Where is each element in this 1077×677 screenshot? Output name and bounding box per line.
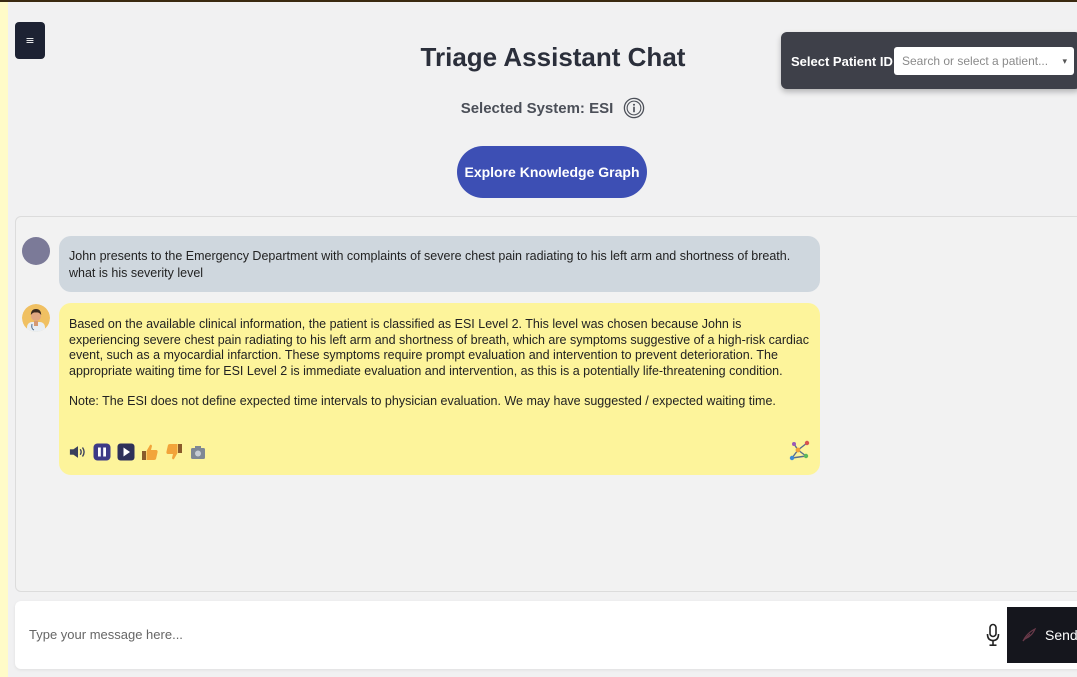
message-input-bar: Send <box>15 601 1077 669</box>
patient-select-placeholder: Search or select a patient... <box>902 54 1049 68</box>
assistant-message-bubble: Based on the available clinical informat… <box>59 303 820 475</box>
message-actions <box>69 443 207 461</box>
doctor-avatar-icon <box>22 304 50 332</box>
assistant-avatar <box>22 304 50 332</box>
chat-messages-area: John presents to the Emergency Departmen… <box>15 216 1077 592</box>
selected-system-label: Selected System: ESI <box>460 99 614 117</box>
patient-id-label: Select Patient ID: <box>791 54 898 69</box>
thumbs-up-icon[interactable] <box>141 443 159 461</box>
microphone-icon[interactable] <box>985 623 1001 647</box>
thumbs-down-icon[interactable] <box>165 443 183 461</box>
info-circle-icon[interactable] <box>623 97 645 119</box>
play-icon[interactable] <box>117 443 135 461</box>
message-input[interactable] <box>27 626 931 643</box>
explore-knowledge-graph-button[interactable]: Explore Knowledge Graph <box>457 146 647 198</box>
assistant-message-text: Based on the available clinical informat… <box>69 317 809 378</box>
assistant-message-note: Note: The ESI does not define expected t… <box>69 394 776 408</box>
user-message-bubble: John presents to the Emergency Departmen… <box>59 236 820 292</box>
send-button[interactable]: Send <box>1007 607 1077 663</box>
chevron-down-icon[interactable]: ▾ <box>1062 56 1067 67</box>
speaker-icon[interactable] <box>69 443 87 461</box>
pause-icon[interactable] <box>93 443 111 461</box>
camera-icon[interactable] <box>189 443 207 461</box>
selected-system: Selected System: ESI <box>8 97 1077 119</box>
send-feather-icon <box>1022 627 1037 642</box>
send-label: Send <box>1045 627 1077 643</box>
patient-selector-panel: Select Patient ID: Search or select a pa… <box>781 32 1077 89</box>
patient-search-select[interactable]: Search or select a patient... ▾ <box>894 47 1074 75</box>
knowledge-graph-icon[interactable] <box>788 438 812 462</box>
app-window: ≡ Triage Assistant Chat Selected System:… <box>8 2 1077 677</box>
user-avatar <box>22 237 50 265</box>
